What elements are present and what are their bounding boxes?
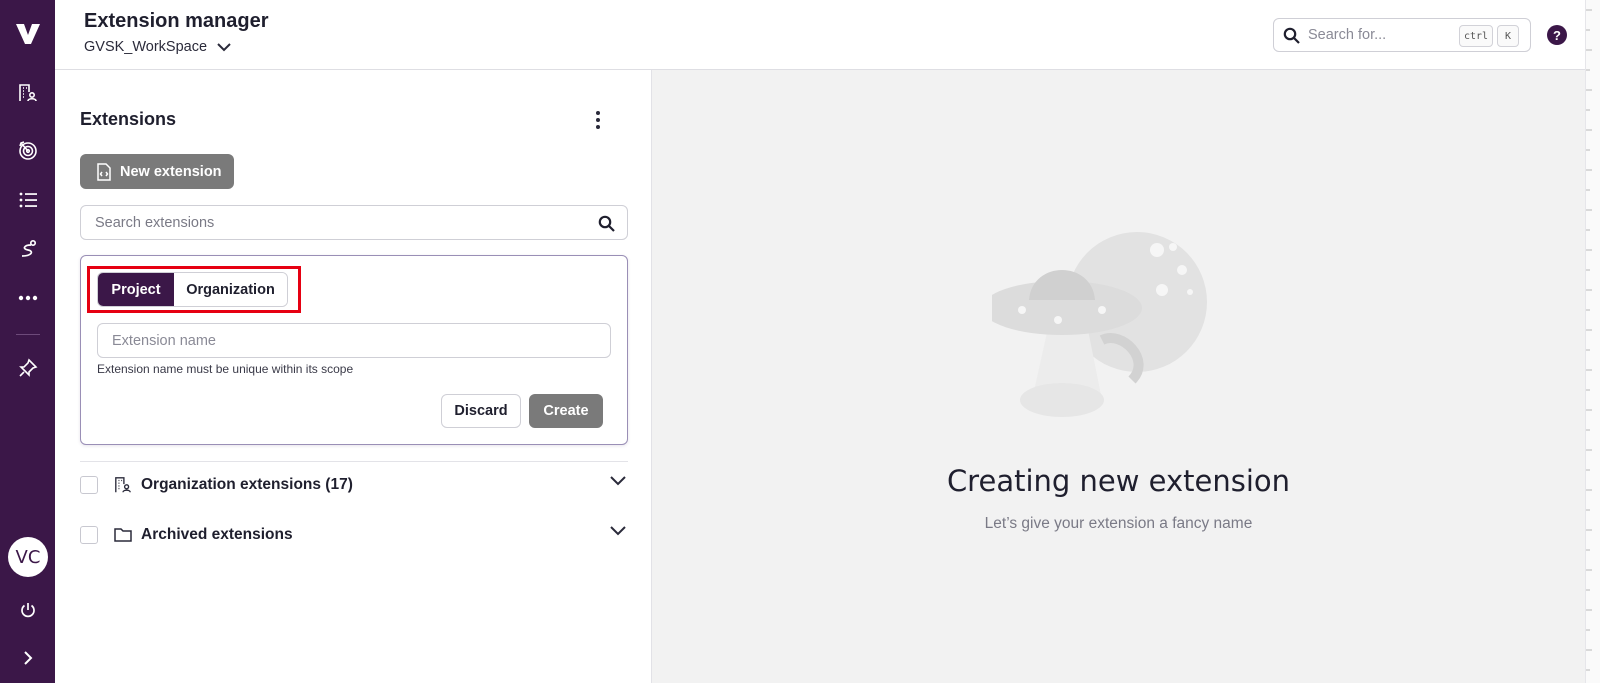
- extension-name-placeholder: Extension name: [112, 332, 216, 349]
- rail-divider: [16, 334, 40, 335]
- route-icon: [21, 239, 36, 257]
- empty-state: Creating new extension Let’s give your e…: [652, 70, 1585, 683]
- empty-state-title: Creating new extension: [946, 464, 1291, 498]
- target-icon: [18, 141, 37, 160]
- extension-name-hint: Extension name must be unique within its…: [97, 362, 354, 376]
- kebab-menu-icon[interactable]: [588, 107, 608, 133]
- app-root: VC Extension manager GVSK_WorkSpace Sear…: [0, 0, 1600, 683]
- ufo-planet-illustration: [992, 232, 1207, 417]
- discard-button[interactable]: Discard: [441, 394, 521, 428]
- extensions-panel: Extensions New extension Search extensio…: [55, 70, 652, 683]
- shortcut-key-ctrl: ctrl: [1459, 25, 1493, 47]
- divider: [80, 461, 628, 462]
- file-code-icon: [97, 162, 111, 181]
- group-row-organization[interactable]: Organization extensions (17): [80, 468, 628, 502]
- search-extensions-placeholder: Search extensions: [95, 214, 215, 231]
- workspace-selector[interactable]: GVSK_WorkSpace: [84, 39, 231, 55]
- pin-icon: [18, 358, 37, 377]
- shortcut-key-k: K: [1497, 25, 1519, 47]
- new-extension-button[interactable]: New extension: [80, 154, 234, 189]
- folder-icon: [114, 527, 132, 543]
- panel-title: Extensions: [80, 109, 177, 129]
- workspace-name: GVSK_WorkSpace: [84, 39, 208, 55]
- logo[interactable]: [0, 14, 55, 54]
- rail-item-expand[interactable]: [0, 638, 55, 678]
- rail-item-routes[interactable]: [0, 229, 55, 269]
- avatar[interactable]: VC: [8, 537, 48, 577]
- scope-option-organization[interactable]: Organization: [174, 273, 287, 306]
- help-icon[interactable]: ?: [1547, 25, 1567, 45]
- chevron-down-icon[interactable]: [610, 476, 626, 486]
- group-checkbox[interactable]: [80, 526, 98, 544]
- rail-item-targets[interactable]: [0, 130, 55, 170]
- building-person-icon: [114, 476, 132, 494]
- global-search-placeholder: Search for...: [1308, 27, 1387, 43]
- list-icon: [19, 192, 37, 208]
- search-icon[interactable]: [598, 215, 615, 232]
- group-label: Archived extensions: [141, 526, 293, 543]
- rail-item-list[interactable]: [0, 180, 55, 220]
- rail-item-organization[interactable]: [0, 73, 55, 113]
- new-extension-form: Project Organization Extension name Exte…: [80, 255, 628, 445]
- top-header: Extension manager GVSK_WorkSpace Search …: [55, 0, 1585, 70]
- more-horizontal-icon: [18, 295, 37, 301]
- scope-toggle: Project Organization: [97, 272, 288, 307]
- side-ruler: [1585, 0, 1600, 683]
- page-title: Extension manager: [84, 10, 269, 32]
- rail-item-more[interactable]: [0, 278, 55, 318]
- group-checkbox[interactable]: [80, 476, 98, 494]
- building-person-icon: [18, 84, 37, 102]
- create-button[interactable]: Create: [529, 394, 603, 428]
- chevron-down-icon[interactable]: [610, 526, 626, 536]
- ruler-ticks: [1586, 9, 1592, 671]
- logo-icon: [15, 24, 40, 44]
- scope-option-project[interactable]: Project: [98, 273, 174, 306]
- power-icon: [20, 603, 35, 618]
- extension-name-input[interactable]: Extension name: [97, 323, 611, 358]
- chevron-right-icon: [23, 651, 32, 665]
- rail-item-power[interactable]: [0, 590, 55, 630]
- left-nav-rail: VC: [0, 0, 55, 683]
- group-row-archived[interactable]: Archived extensions: [80, 518, 628, 552]
- global-search-input[interactable]: Search for... ctrl K: [1273, 18, 1531, 52]
- group-label: Organization extensions (17): [141, 476, 353, 493]
- new-extension-label: New extension: [120, 163, 222, 180]
- chevron-down-icon: [217, 42, 231, 51]
- search-extensions-input[interactable]: Search extensions: [80, 205, 628, 240]
- rail-item-pin[interactable]: [0, 348, 55, 388]
- search-icon: [1283, 27, 1300, 44]
- empty-state-subtitle: Let’s give your extension a fancy name: [984, 515, 1253, 532]
